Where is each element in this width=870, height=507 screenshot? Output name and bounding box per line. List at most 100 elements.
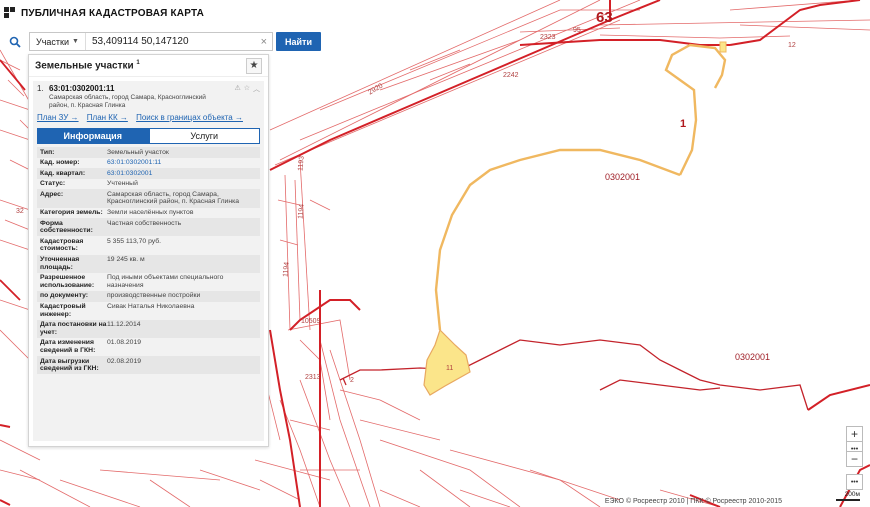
- card-links: План ЗУ → План КК → Поиск в границах объ…: [37, 113, 260, 122]
- property-row: Дата изменения сведений в ГКН: 01.08.2019: [37, 337, 260, 357]
- item-number: 1.: [37, 84, 44, 93]
- app-header: ПУБЛИЧНАЯ КАДАСТРОВАЯ КАРТА: [0, 0, 204, 26]
- map-label: 2242: [503, 72, 519, 79]
- map-label: 12: [788, 42, 796, 49]
- property-key: Кадастровая стоимость:: [40, 237, 84, 253]
- property-value[interactable]: 63:01:0302001: [107, 170, 257, 178]
- property-row: Дата выгрузки сведений из ГКН: 02.08.2019: [37, 356, 260, 375]
- card-address: Самарская область, город Самара, Красног…: [49, 94, 206, 109]
- property-value[interactable]: 63:01:0302001:11: [107, 159, 257, 167]
- map-label: 10509: [301, 318, 321, 325]
- logo-icon: [4, 7, 15, 18]
- property-list: Тип: Земельный участок Кад. номер: 63:01:03…: [37, 147, 260, 375]
- property-row: Уточненная площадь: 19 245 кв. м: [37, 254, 260, 273]
- property-key: Кадастровый инженер:: [40, 303, 86, 318]
- map-label: 11: [446, 365, 454, 372]
- property-value: Частная собственность: [107, 219, 182, 227]
- link-plan-kk[interactable]: План КК →: [87, 113, 128, 122]
- link-search-bounds[interactable]: Поиск в границах объекта →: [136, 113, 243, 122]
- zoom-in-button[interactable]: +: [846, 426, 863, 442]
- map-label-district: 63: [596, 9, 613, 26]
- property-row: Тип: Земельный участок: [37, 147, 260, 158]
- panel-header: Земельные участки 1 ★: [29, 55, 268, 77]
- map-label: 2: [350, 377, 354, 384]
- property-row: Дата постановки на учет: 11.12.2014: [37, 319, 260, 338]
- menu-button[interactable]: •••: [846, 474, 863, 490]
- tab-services[interactable]: Услуги: [148, 128, 260, 144]
- search-bar: Участки ▼ × Найти: [4, 32, 321, 51]
- tabs: Информация Услуги: [37, 128, 260, 144]
- scale-bar: 200м: [836, 491, 860, 501]
- property-key: Уточненная площадь:: [40, 256, 80, 271]
- parcel-info-panel: Земельные участки 1 ★ 1. 63:01:0302001:1…: [28, 54, 269, 447]
- property-key: Кад. номер:: [40, 159, 80, 167]
- property-row: по документу: производственные постройки: [37, 290, 260, 302]
- cadastral-number[interactable]: 63:01:0302001:11: [49, 84, 114, 94]
- property-row: Разрешенное использование: Под иными объе…: [37, 272, 260, 291]
- search-box: Участки ▼ ×: [29, 32, 273, 51]
- property-key: Тип:: [40, 148, 55, 156]
- property-value: Сивак Наталья Николаевна: [107, 303, 195, 310]
- property-value: Самарская область, город Самара, Красног…: [107, 190, 240, 206]
- property-key: Дата выгрузки сведений из ГКН:: [40, 357, 99, 373]
- attribution: ЕЭКО © Росреестр 2010 | ПКК © Росреестр …: [604, 498, 782, 505]
- map-label: 2323: [540, 34, 556, 41]
- property-row: Кадастровая стоимость: 5 355 113,70 руб.: [37, 236, 260, 255]
- property-value: 02.08.2019: [107, 357, 142, 365]
- property-row: Кад. квартал: 63:01:0302001: [37, 168, 260, 179]
- tab-info[interactable]: Информация: [37, 128, 149, 144]
- property-key: Статус:: [40, 180, 66, 188]
- property-value: Земельный участок: [107, 148, 169, 156]
- map-label: 32: [16, 208, 24, 215]
- map-label-quarter-b: 0302001: [735, 352, 771, 362]
- property-value: Под иными объектами специального назначе…: [107, 274, 224, 289]
- warning-icon[interactable]: ⚠: [234, 84, 240, 94]
- property-key: Кад. квартал:: [40, 169, 86, 177]
- property-value: Земли населённых пунктов: [107, 209, 194, 217]
- clear-icon[interactable]: ×: [256, 36, 272, 48]
- star-outline-icon[interactable]: ☆: [244, 84, 250, 94]
- map-label: 1194: [297, 203, 306, 220]
- property-key: Адрес:: [40, 190, 64, 198]
- map-label: 2313: [305, 374, 321, 381]
- property-row: Форма собственности: Частная собственност…: [37, 218, 260, 237]
- property-row: Адрес: Самарская область, город Самара, К…: [37, 189, 260, 208]
- map-label-quarter-a: 0302001: [605, 172, 641, 182]
- property-row: Категория земель: Земли населённых пункто…: [37, 207, 260, 219]
- property-row: Кадастровый инженер: Сивак Наталья Никола…: [37, 301, 260, 320]
- property-value: 01.08.2019: [107, 339, 142, 347]
- property-key: Дата постановки на учет:: [40, 321, 107, 336]
- property-value: 19 245 кв. м: [107, 256, 145, 264]
- zoom-out-button[interactable]: −: [846, 451, 863, 467]
- parcel-card: 1. 63:01:0302001:11 ⚠ ☆ ︿ Самарская обла…: [33, 81, 264, 441]
- app-title: ПУБЛИЧНАЯ КАДАСТРОВАЯ КАРТА: [21, 7, 205, 19]
- map-label-parcel: 1: [680, 118, 687, 130]
- map-label: 1193: [297, 155, 306, 172]
- panel-title: Земельные участки 1: [35, 59, 140, 72]
- collapse-icon[interactable]: ︿: [253, 84, 260, 94]
- property-value: 5 355 113,70 руб.: [107, 237, 162, 245]
- property-row: Статус: Учтенный: [37, 178, 260, 190]
- search-type-label: Участки: [36, 36, 69, 47]
- property-row: Кад. номер: 63:01:0302001:11: [37, 157, 260, 169]
- property-value: производственные постройки: [107, 292, 201, 300]
- property-key: по документу:: [40, 292, 89, 300]
- property-value: Учтенный: [107, 180, 138, 188]
- property-key: Разрешенное использование:: [40, 274, 95, 289]
- find-button[interactable]: Найти: [276, 32, 321, 51]
- map-label: 95: [573, 27, 581, 34]
- chevron-down-icon: ▼: [72, 38, 79, 45]
- search-icon[interactable]: [4, 32, 26, 51]
- map-label: 1194: [282, 261, 291, 278]
- link-plan-zu[interactable]: План ЗУ →: [37, 113, 79, 122]
- card-actions: ⚠ ☆ ︿: [234, 84, 260, 94]
- star-icon[interactable]: ★: [246, 57, 262, 74]
- property-key: Дата изменения сведений в ГКН:: [40, 339, 96, 354]
- scale-label: 200м: [844, 491, 860, 498]
- scale-line: [836, 499, 860, 501]
- search-input[interactable]: [85, 33, 256, 50]
- property-key: Категория земель:: [40, 209, 103, 217]
- search-type-dropdown[interactable]: Участки ▼: [30, 33, 86, 50]
- property-value: 11.12.2014: [107, 321, 141, 329]
- property-key: Форма собственности:: [40, 219, 93, 235]
